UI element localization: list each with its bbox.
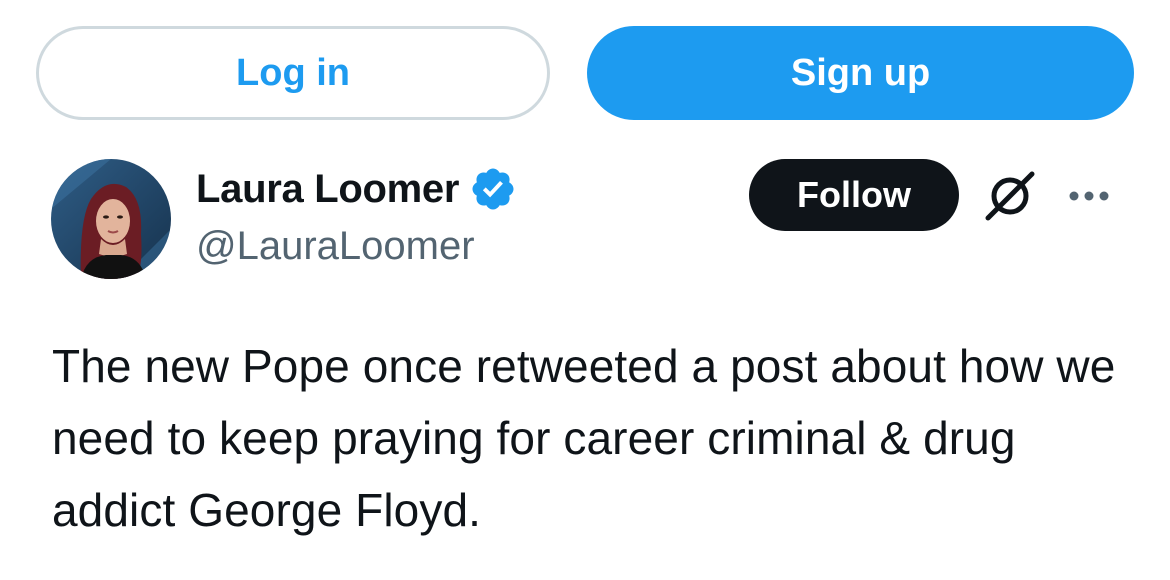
author-name-row[interactable]: Laura Loomer	[196, 164, 517, 214]
display-name[interactable]: Laura Loomer	[196, 167, 459, 212]
follow-button[interactable]: Follow	[749, 159, 959, 231]
more-options-icon[interactable]	[1064, 176, 1114, 216]
login-button[interactable]: Log in	[36, 26, 550, 120]
avatar[interactable]	[51, 159, 171, 279]
verified-badge-icon	[472, 168, 514, 210]
tweet-text: The new Pope once retweeted a post about…	[52, 340, 1116, 536]
signup-button[interactable]: Sign up	[587, 26, 1134, 120]
author-handle[interactable]: @LauraLoomer	[196, 224, 475, 269]
profile-photo	[51, 159, 171, 279]
grok-icon[interactable]	[980, 166, 1040, 226]
